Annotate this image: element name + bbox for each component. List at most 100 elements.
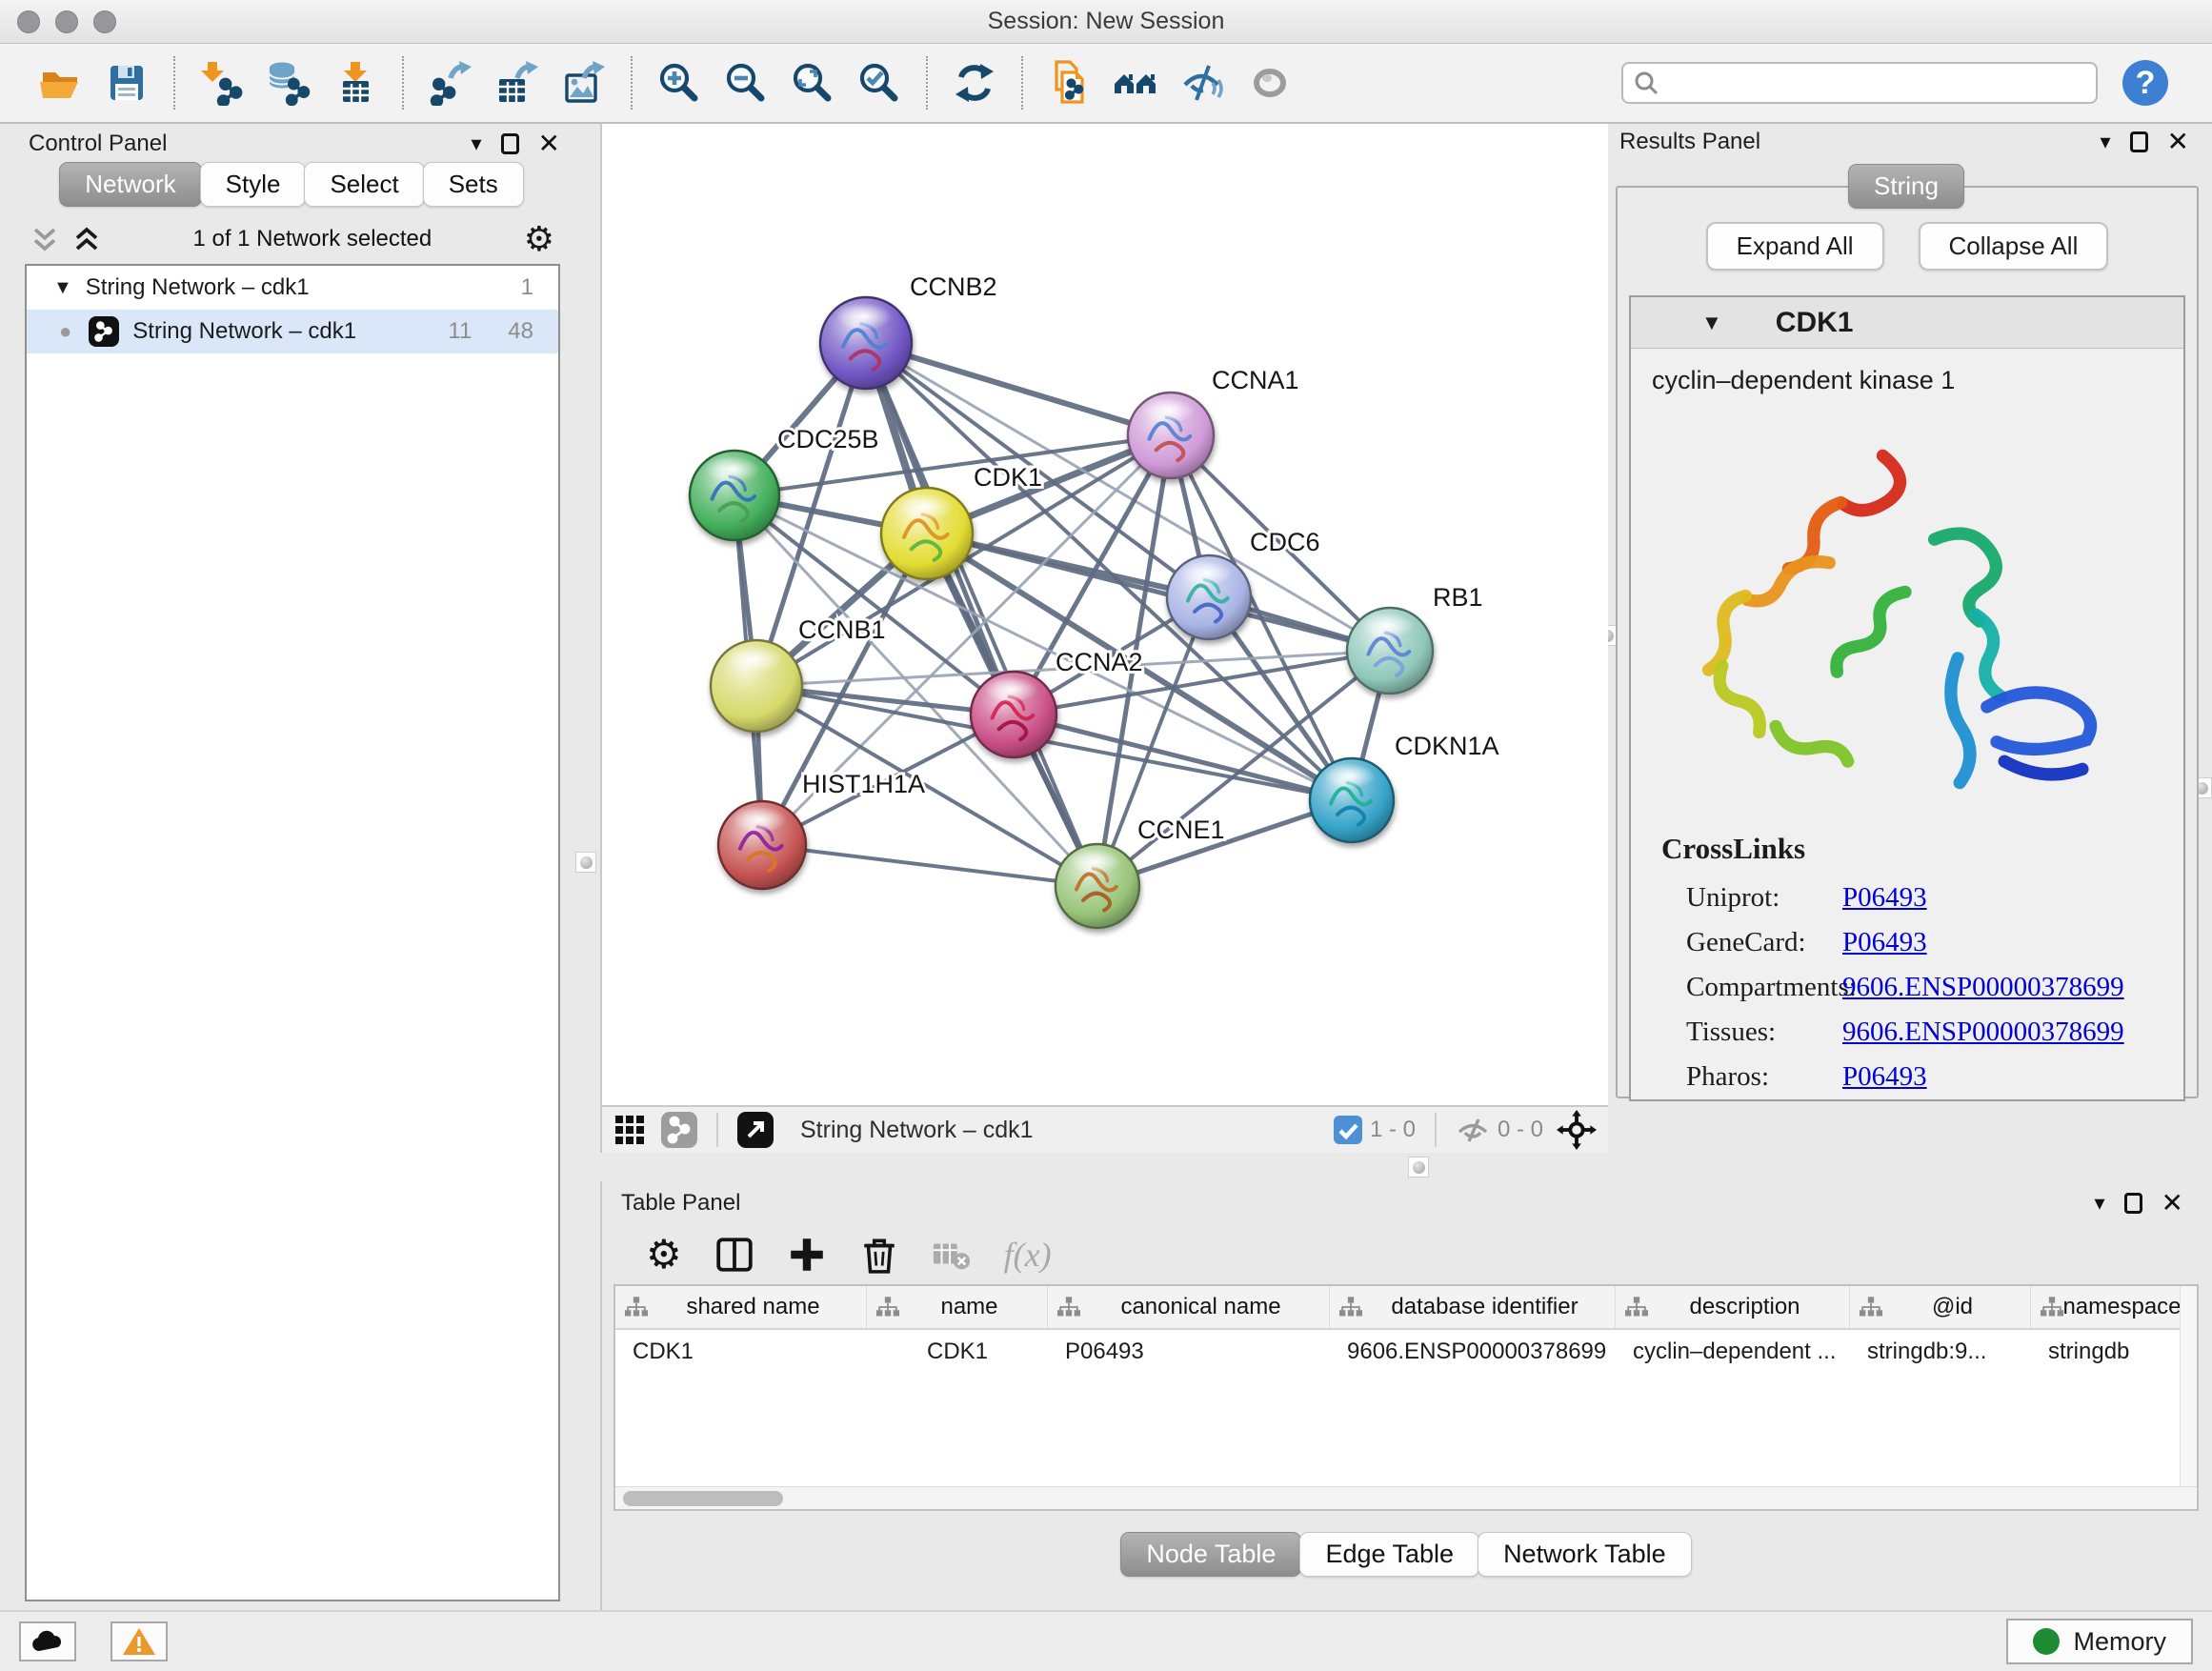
tab-sets[interactable]: Sets [423, 162, 524, 207]
birds-eye-grid-icon[interactable] [613, 1113, 648, 1147]
bottom-splitter-handle[interactable] [1408, 1157, 1429, 1178]
search-input[interactable] [1659, 70, 2086, 96]
tab-select[interactable]: Select [304, 162, 424, 207]
gene-header[interactable]: ▼ CDK1 [1631, 297, 2183, 349]
edge-HIST1H1A-CCNE1[interactable] [762, 845, 1097, 886]
hide-selected-icon[interactable] [1176, 55, 1231, 111]
node-RB1[interactable] [1347, 608, 1433, 694]
scrollbar-thumb[interactable] [623, 1491, 783, 1506]
tab-style[interactable]: Style [200, 162, 307, 207]
tab-node-table[interactable]: Node Table [1120, 1532, 1301, 1577]
save-session-icon[interactable] [99, 55, 154, 111]
node-CDKN1A[interactable] [1310, 758, 1394, 842]
zoom-fit-icon[interactable] [785, 55, 840, 111]
node-CCNB1[interactable] [711, 640, 802, 732]
crosslinks-title: CrossLinks [1661, 832, 2183, 866]
crosslink-value-link[interactable]: 9606.ENSP00000378699 [1842, 1017, 2124, 1048]
zoom-in-icon[interactable] [652, 55, 707, 111]
node-CCNE1[interactable] [1056, 844, 1139, 928]
import-table-icon[interactable] [328, 55, 383, 111]
column-header--id[interactable]: @id [1850, 1286, 2031, 1328]
node-CDC6[interactable] [1167, 555, 1251, 639]
column-header-namespace[interactable]: namespace [2031, 1286, 2189, 1328]
memory-button[interactable]: Memory [2006, 1619, 2193, 1664]
open-session-icon[interactable] [32, 55, 88, 111]
collapse-all-icon[interactable] [30, 225, 59, 253]
network-badge-icon[interactable] [661, 1112, 697, 1148]
crosslink-value-link[interactable]: P06493 [1842, 1061, 1927, 1093]
cloud-button[interactable] [19, 1621, 76, 1661]
export-table-icon[interactable] [490, 55, 545, 111]
table-options-gear-icon[interactable]: ⚙ [646, 1235, 682, 1275]
gene-detail-box: ▼ CDK1 cyclin–dependent kinase 1 CrossLi… [1629, 295, 2185, 1101]
window-titlebar: Session: New Session [0, 0, 2212, 44]
crosslink-value-link[interactable]: P06493 [1842, 927, 1927, 958]
open-in-window-icon[interactable] [737, 1112, 774, 1148]
edge-CCNB2-CCNE1[interactable] [866, 343, 1097, 886]
node-HIST1H1A[interactable] [718, 801, 806, 889]
tab-edge-table[interactable]: Edge Table [1299, 1532, 1479, 1577]
crosslink-label: Pharos: [1661, 1061, 1842, 1093]
node-CCNA2[interactable] [971, 672, 1056, 757]
string-home-icon[interactable] [1109, 55, 1164, 111]
node-label-CDK1: CDK1 [974, 463, 1042, 492]
zoom-selected-icon[interactable] [852, 55, 907, 111]
panel-close-icon[interactable]: ✕ [538, 131, 560, 157]
show-columns-icon[interactable] [714, 1235, 754, 1275]
left-splitter-handle[interactable] [575, 852, 596, 873]
results-close-icon[interactable]: ✕ [2167, 129, 2189, 155]
column-header-canonical-name[interactable]: canonical name [1048, 1286, 1330, 1328]
network-canvas[interactable]: CCNB2CCNA1CDC25BCDK1CDC6RB1CCNB1CCNA2CDK… [602, 124, 1608, 1105]
edge-CDK1-RB1[interactable] [927, 534, 1390, 651]
table-close-icon[interactable]: ✕ [2162, 1190, 2183, 1217]
results-float-icon[interactable] [2130, 131, 2148, 152]
table-menu-icon[interactable]: ▾ [2094, 1191, 2104, 1216]
node-CCNA1[interactable] [1128, 393, 1214, 478]
column-header-name[interactable]: name [867, 1286, 1048, 1328]
table-vertical-scrollbar[interactable] [2180, 1286, 2197, 1509]
panel-menu-icon[interactable]: ▾ [471, 131, 481, 156]
crosslink-value-link[interactable]: P06493 [1842, 882, 1927, 914]
help-icon[interactable]: ? [2122, 60, 2168, 106]
expand-all-icon[interactable] [72, 225, 101, 253]
crosslink-value-link[interactable]: 9606.ENSP00000378699 [1842, 972, 2124, 1003]
control-panel-tabs: NetworkStyleSelectSets [11, 162, 573, 207]
column-header-description[interactable]: description [1616, 1286, 1850, 1328]
refresh-icon[interactable] [947, 55, 1002, 111]
network-options-gear-icon[interactable]: ⚙ [524, 219, 554, 259]
network-tree-child-row[interactable]: ● String Network – cdk1 11 48 [27, 310, 558, 353]
results-menu-icon[interactable]: ▾ [2100, 130, 2110, 154]
add-column-icon[interactable] [787, 1235, 827, 1275]
tab-string[interactable]: String [1848, 164, 1964, 209]
node-CDC25B[interactable] [690, 451, 779, 540]
show-all-icon[interactable] [1242, 55, 1297, 111]
edge-CCNB2-CCNA1[interactable] [866, 343, 1171, 435]
share-file-icon[interactable] [1042, 55, 1097, 111]
delete-column-icon[interactable] [859, 1235, 899, 1275]
panel-float-icon[interactable] [501, 133, 519, 154]
node-CDK1[interactable] [881, 488, 973, 579]
table-cell: stringdb [2031, 1330, 2189, 1374]
table-float-icon[interactable] [2124, 1193, 2142, 1214]
table-horizontal-scrollbar[interactable] [615, 1486, 2197, 1509]
tab-network[interactable]: Network [59, 162, 201, 207]
column-header-shared-name[interactable]: shared name [615, 1286, 867, 1328]
network-tree-root-row[interactable]: ▼ String Network – cdk1 1 [27, 266, 558, 310]
collapse-caret-icon[interactable]: ▼ [53, 277, 72, 299]
gene-collapse-caret-icon[interactable]: ▼ [1701, 311, 1722, 335]
export-image-icon[interactable] [556, 55, 612, 111]
node-CCNB2[interactable] [820, 297, 912, 389]
tab-network-table[interactable]: Network Table [1478, 1532, 1692, 1577]
expand-all-button[interactable]: Expand All [1706, 222, 1884, 271]
table-row[interactable]: CDK1CDK1P064939606.ENSP00000378699cyclin… [615, 1330, 2197, 1374]
collapse-all-button[interactable]: Collapse All [1919, 222, 2109, 271]
column-header-database-identifier[interactable]: database identifier [1330, 1286, 1616, 1328]
zoom-out-icon[interactable] [718, 55, 774, 111]
export-network-icon[interactable] [423, 55, 478, 111]
function-builder-icon-disabled: f(x) [1004, 1235, 1052, 1275]
import-network-icon[interactable] [194, 55, 250, 111]
warnings-button[interactable] [111, 1621, 168, 1661]
selected-checkbox-icon[interactable] [1334, 1116, 1362, 1144]
import-database-icon[interactable] [261, 55, 316, 111]
fit-selected-move-icon[interactable] [1557, 1110, 1597, 1150]
